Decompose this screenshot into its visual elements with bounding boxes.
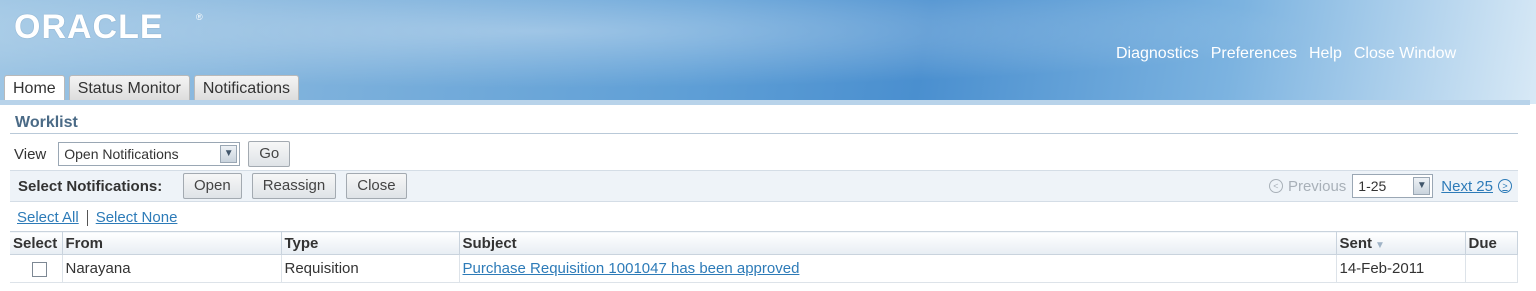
link-separator [86,209,88,226]
column-header-due[interactable]: Due [1465,231,1518,255]
next-label[interactable]: Next 25 [1441,178,1493,195]
select-all-link[interactable]: Select All [17,209,79,226]
diagnostics-link[interactable]: Diagnostics [1116,45,1199,65]
column-header-sent[interactable]: Sent ▼ [1336,231,1466,255]
range-select-value: 1-25 [1358,178,1387,194]
table-header-row: Select From Type Subject Sent ▼ Due [10,231,1518,255]
row-checkbox[interactable] [32,261,47,277]
open-button[interactable]: Open [183,173,242,199]
close-button[interactable]: Close [346,173,407,199]
subject-link[interactable]: Purchase Requisition 1001047 has been ap… [463,260,800,277]
column-header-type[interactable]: Type [281,231,460,255]
previous-icon: < [1268,179,1283,193]
view-select-value: Open Notifications [64,146,179,162]
select-links: Select All Select None [17,209,177,226]
help-link[interactable]: Help [1309,45,1342,65]
range-select[interactable]: 1-25 ▼ [1352,174,1434,198]
select-cell [10,254,63,283]
view-label: View [14,145,47,163]
go-button[interactable]: Go [248,141,291,167]
view-select[interactable]: Open Notifications ▼ [58,142,241,166]
global-links: Diagnostics Preferences Help Close Windo… [1116,45,1456,65]
action-bar: Select Notifications: Open Reassign Clos… [10,170,1518,202]
tab-strip [0,100,1530,105]
tab-home[interactable]: Home [4,75,65,101]
chevron-down-icon[interactable]: ▼ [220,145,238,163]
tab-bar: Home Status Monitor Notifications [4,75,299,101]
next-icon[interactable]: > [1498,179,1512,193]
chevron-down-icon[interactable]: ▼ [1413,177,1431,195]
column-header-select: Select [10,231,63,255]
sort-descending-icon[interactable]: ▼ [1375,240,1385,251]
column-header-subject[interactable]: Subject [459,231,1337,255]
tab-status-monitor[interactable]: Status Monitor [68,75,190,101]
previous-label: Previous [1287,177,1347,195]
sent-header-label[interactable]: Sent [1340,235,1373,252]
oracle-logo: ORACLE [14,8,164,46]
from-cell: Narayana [62,254,282,283]
table-row: Narayana Requisition Purchase Requisitio… [10,254,1518,283]
tab-notifications[interactable]: Notifications [193,75,299,101]
select-none-link[interactable]: Select None [96,209,178,226]
worklist-title: Worklist [15,114,78,131]
registered-mark: ® [196,12,203,22]
next-link[interactable]: Next 25 > [1441,178,1512,195]
pager: < Previous 1-25 ▼ Next 25 > [1268,173,1512,199]
subject-cell: Purchase Requisition 1001047 has been ap… [459,254,1337,283]
type-cell: Requisition [281,254,460,283]
close-window-link[interactable]: Close Window [1354,45,1456,65]
select-notifications-label: Select Notifications: [18,178,163,195]
action-buttons: Open Reassign Close [183,173,407,199]
due-cell [1465,254,1518,283]
section-divider [10,133,1518,134]
preferences-link[interactable]: Preferences [1211,45,1297,65]
previous-link: < Previous [1268,177,1347,195]
view-row: View Open Notifications ▼ Go [14,141,291,167]
notifications-table: Select From Type Subject Sent ▼ Due Naray… [10,231,1518,283]
sent-cell: 14-Feb-2011 [1336,254,1466,283]
reassign-button[interactable]: Reassign [251,173,337,199]
column-header-from[interactable]: From [62,231,282,255]
